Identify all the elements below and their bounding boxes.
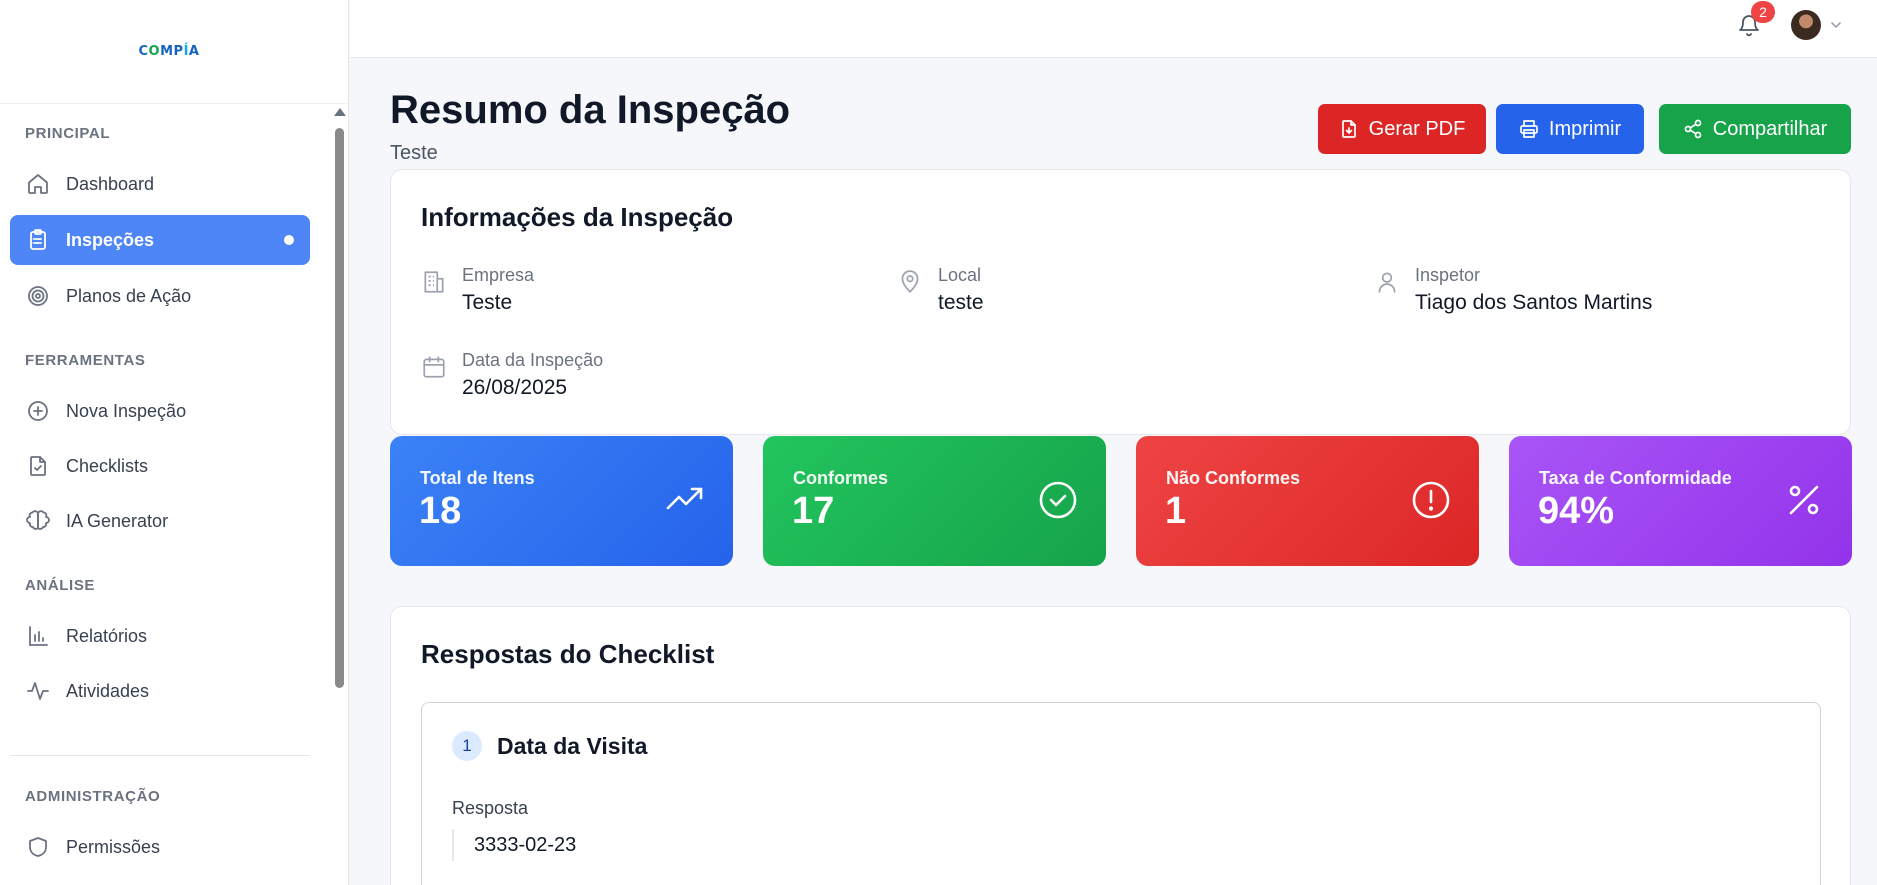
field-label: Local xyxy=(938,265,982,285)
clipboard-icon xyxy=(26,228,50,252)
info-card-title: Informações da Inspeção xyxy=(421,202,734,232)
field-inspetor: Inspetor Tiago dos Santos Martins xyxy=(1374,265,1652,315)
target-icon xyxy=(26,284,50,308)
sidebar: COMPÍA PRINCIPAL Dashboard Inspeções Pla… xyxy=(0,0,349,885)
app-logo[interactable]: COMPÍA xyxy=(139,44,200,59)
print-button[interactable]: Imprimir xyxy=(1496,104,1644,154)
sidebar-item-atividades[interactable]: Atividades xyxy=(10,666,310,716)
printer-icon xyxy=(1520,120,1538,138)
percent-icon xyxy=(1789,485,1819,515)
alert-circle-icon xyxy=(1412,481,1450,519)
answer-label: Resposta xyxy=(452,798,529,818)
page-title: Resumo da Inspeção xyxy=(390,88,791,132)
building-icon xyxy=(424,271,444,293)
stat-label: Conformes xyxy=(793,468,889,488)
sidebar-item-label: Atividades xyxy=(66,680,150,701)
home-icon xyxy=(26,172,50,196)
sidebar-item-label: IA Generator xyxy=(66,510,169,531)
question-number: 1 xyxy=(452,731,482,761)
stat-card-conformes: Conformes 17 xyxy=(763,436,1106,566)
page-subtitle: Teste xyxy=(390,142,438,164)
scroll-up-arrow-icon[interactable] xyxy=(334,108,346,116)
field-local: Local teste xyxy=(897,265,984,315)
topbar xyxy=(350,0,1877,58)
stat-label: Não Conformes xyxy=(1166,468,1301,488)
sidebar-item-label: Checklists xyxy=(66,455,149,476)
sidebar-item-ia-generator[interactable]: IA Generator xyxy=(10,496,310,546)
field-value: 26/08/2025 xyxy=(462,376,568,399)
chevron-down-icon[interactable] xyxy=(1830,18,1842,30)
sidebar-item-relatorios[interactable]: Relatórios xyxy=(10,611,310,661)
check-circle-icon xyxy=(1039,481,1077,519)
sidebar-item-label: Dashboard xyxy=(66,173,155,194)
stat-label: Total de Itens xyxy=(420,468,535,488)
avatar[interactable] xyxy=(1791,10,1821,40)
share-icon xyxy=(1684,119,1702,139)
field-label: Empresa xyxy=(462,265,535,285)
field-value: Tiago dos Santos Martins xyxy=(1415,291,1653,314)
section-label-principal: PRINCIPAL xyxy=(25,125,111,142)
field-data-inspecao: Data da Inspeção 26/08/2025 xyxy=(421,350,603,400)
field-label: Data da Inspeção xyxy=(462,350,604,370)
stat-card-total-itens: Total de Itens 18 xyxy=(390,436,733,566)
sidebar-item-label: Nova Inspeção xyxy=(66,400,187,421)
scroll-thumb[interactable] xyxy=(335,128,344,688)
field-empresa: Empresa Teste xyxy=(421,265,534,315)
calendar-icon xyxy=(423,356,445,378)
section-label-administracao: ADMINISTRAÇÃO xyxy=(25,788,161,805)
stat-card-nao-conformes: Não Conformes 1 xyxy=(1136,436,1479,566)
field-label: Inspetor xyxy=(1415,265,1481,285)
section-label-ferramentas: FERRAMENTAS xyxy=(25,352,146,369)
inspection-info-card: Informações da Inspeção Empresa Teste Loc… xyxy=(390,169,1851,435)
sidebar-divider xyxy=(10,755,310,756)
user-icon xyxy=(1378,272,1396,293)
answer-value: 3333-02-23 xyxy=(452,829,576,861)
stat-value: 17 xyxy=(792,490,835,532)
logo-area: COMPÍA xyxy=(0,0,348,104)
sidebar-item-label: Permissões xyxy=(66,836,161,857)
checklist-responses-card: Respostas do Checklist 1 Data da Visita … xyxy=(390,606,1851,885)
sidebar-item-planos-de-acao[interactable]: Planos de Ação xyxy=(10,271,310,321)
responses-card-title: Respostas do Checklist xyxy=(421,639,715,669)
question-title: Data da Visita xyxy=(497,733,648,759)
field-value: teste xyxy=(938,291,984,314)
stat-label: Taxa de Conformidade xyxy=(1539,468,1732,488)
file-download-icon xyxy=(1341,120,1356,138)
sidebar-item-nova-inspecao[interactable]: Nova Inspeção xyxy=(10,386,310,436)
active-indicator-dot xyxy=(284,235,294,245)
shield-icon xyxy=(26,835,50,859)
sidebar-item-label: Planos de Ação xyxy=(66,285,192,306)
field-value: Teste xyxy=(462,291,513,314)
stat-card-taxa-conformidade: Taxa de Conformidade 94% xyxy=(1509,436,1852,566)
activity-icon xyxy=(26,679,50,703)
plus-circle-icon xyxy=(26,399,50,423)
map-pin-icon xyxy=(901,270,919,293)
stat-value: 1 xyxy=(1165,490,1187,532)
share-label: Compartilhar xyxy=(1712,117,1828,140)
section-label-analise: ANÁLISE xyxy=(25,577,96,594)
share-button[interactable]: Compartilhar xyxy=(1659,104,1851,154)
sidebar-item-dashboard[interactable]: Dashboard xyxy=(10,159,310,209)
print-label: Imprimir xyxy=(1548,117,1622,140)
notification-badge: 2 xyxy=(1751,1,1775,23)
bar-chart-icon xyxy=(26,624,50,648)
sidebar-item-label: Inspeções xyxy=(66,229,155,250)
stat-value: 18 xyxy=(419,490,462,532)
sidebar-item-checklists[interactable]: Checklists xyxy=(10,441,310,491)
response-item: 1 Data da Visita Resposta 3333-02-23 xyxy=(421,702,1821,885)
sidebar-item-inspecoes[interactable]: Inspeções xyxy=(10,215,310,265)
sidebar-scrollbar[interactable] xyxy=(334,108,346,688)
brain-icon xyxy=(26,509,50,533)
generate-pdf-label: Gerar PDF xyxy=(1368,117,1466,140)
generate-pdf-button[interactable]: Gerar PDF xyxy=(1318,104,1486,154)
stat-value: 94% xyxy=(1538,490,1615,532)
file-check-icon xyxy=(26,454,50,478)
sidebar-item-permissoes[interactable]: Permissões xyxy=(10,822,310,872)
sidebar-item-label: Relatórios xyxy=(66,625,148,646)
trending-up-icon xyxy=(666,487,703,510)
